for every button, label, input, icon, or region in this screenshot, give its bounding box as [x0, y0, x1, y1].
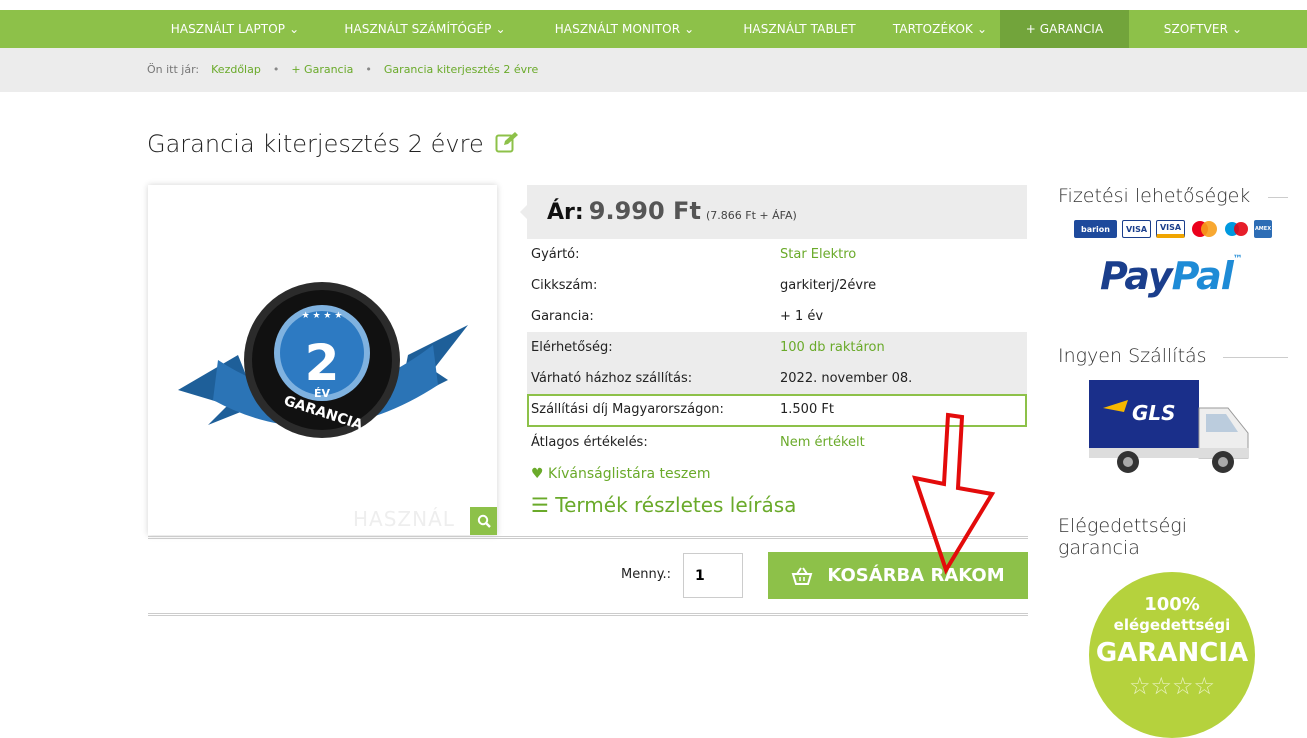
edit-icon[interactable]: [495, 131, 519, 159]
spec-row: Gyártó: Star Elektro: [527, 239, 1027, 270]
details-label: Termék részletes leírása: [555, 493, 797, 517]
spec-key: Várható házhoz szállítás:: [531, 371, 693, 386]
chevron-down-icon: ⌄: [977, 22, 988, 36]
spec-value[interactable]: Nem értékelt: [780, 435, 865, 450]
badge-main: GARANCIA: [1095, 638, 1249, 668]
gls-truck-image: GLS: [1089, 380, 1249, 473]
shipping-title: Ingyen Szállítás: [1058, 345, 1207, 367]
gls-brand: GLS: [1132, 401, 1176, 425]
nav-item-0[interactable]: HASZNÁLT LAPTOP ⌄: [150, 10, 320, 48]
nav-item-4[interactable]: TARTOZÉKOK ⌄: [880, 10, 1000, 48]
spec-value: + 1 év: [780, 309, 824, 324]
nav-item-6[interactable]: SZOFTVER ⌄: [1129, 10, 1277, 48]
paypal-tm: ™: [1232, 254, 1243, 265]
nav-item-label: TARTOZÉKOK: [892, 22, 974, 36]
paypal-pal: Pal: [1171, 254, 1234, 298]
top-strip: [0, 0, 1307, 10]
breadcrumb-separator: •: [272, 63, 280, 76]
ribbon-stars: ★ ★ ★ ★: [302, 311, 343, 321]
nav-item-label: HASZNÁLT MONITOR: [554, 22, 681, 36]
heading-line: [1223, 357, 1288, 358]
ribbon-number: 2: [305, 334, 340, 392]
wishlist-label: Kívánságlistára teszem: [548, 466, 711, 482]
maestro-icon: [1224, 220, 1249, 238]
spec-value[interactable]: Star Elektro: [780, 247, 856, 262]
breadcrumb-separator: •: [365, 63, 372, 76]
chevron-down-icon: ⌄: [684, 22, 695, 36]
satisfaction-heading: Elégedettségi garancia: [1058, 515, 1187, 559]
payment-heading: Fizetési lehetőségek: [1058, 185, 1288, 207]
spec-row: Cikkszám: garkiterj/2évre: [527, 270, 1027, 301]
spec-row: Elérhetőség: 100 db raktáron: [527, 332, 1027, 363]
nav-item-label: HASZNÁLT TABLET: [743, 22, 856, 36]
spec-key: Cikkszám:: [531, 278, 598, 293]
nav-item-5[interactable]: + GARANCIA: [1000, 10, 1129, 48]
divider: [148, 536, 1028, 539]
spec-value: 2022. november 08.: [780, 371, 913, 386]
nav-item-label: SZOFTVER: [1163, 22, 1229, 36]
zoom-button[interactable]: [470, 507, 497, 535]
badge-percent: 100%: [1144, 594, 1200, 615]
spec-value: garkiterj/2évre: [780, 278, 877, 293]
spec-row: Garancia: + 1 év: [527, 301, 1027, 332]
spec-key: Elérhetőség:: [531, 340, 613, 355]
payment-title: Fizetési lehetőségek: [1058, 185, 1251, 207]
spec-key: Átlagos értékelés:: [531, 435, 648, 450]
nav-item-label: HASZNÁLT SZÁMÍTÓGÉP: [344, 22, 492, 36]
red-arrow-annotation: [911, 412, 996, 575]
quantity-label: Menny.:: [621, 567, 672, 582]
visa-card-icon: VISA: [1122, 220, 1151, 238]
heading-line: [1268, 197, 1288, 198]
quantity-input[interactable]: [683, 553, 743, 598]
nav-item-3[interactable]: HASZNÁLT TABLET: [719, 10, 880, 48]
payment-cards: barion VISA VISA AMEX: [1074, 220, 1272, 238]
price-value: 9.990 Ft: [588, 197, 701, 225]
price-box: Ár: 9.990 Ft (7.866 Ft + ÁFA): [520, 185, 1027, 239]
amex-card-icon: AMEX: [1254, 220, 1272, 238]
ribbon-unit: ÉV: [314, 387, 331, 400]
breadcrumb-home[interactable]: Kezdőlap: [211, 63, 261, 76]
spec-key: Szállítási díj Magyarországon:: [531, 402, 724, 417]
mastercard-icon: [1190, 220, 1219, 238]
spec-key: Gyártó:: [531, 247, 580, 262]
spec-key: Garancia:: [531, 309, 594, 324]
breadcrumb: Ön itt jár: Kezdőlap • + Garancia • Gara…: [0, 48, 1307, 92]
spec-value[interactable]: 100 db raktáron: [780, 340, 885, 355]
visa-electron-card-icon: VISA: [1156, 220, 1185, 238]
badge-stars: ☆☆☆☆: [1128, 672, 1216, 700]
nav-item-1[interactable]: HASZNÁLT SZÁMÍTÓGÉP ⌄: [320, 10, 530, 48]
product-image[interactable]: 2 ÉV GARANCIA ★ ★ ★ ★ HASZNÁL: [148, 185, 497, 535]
badge-sub: elégedettségi: [1113, 616, 1231, 634]
main-nav: HASZNÁLT LAPTOP ⌄ HASZNÁLT SZÁMÍTÓGÉP ⌄ HASZ…: [0, 10, 1307, 48]
details-link[interactable]: ☰ Termék részletes leírása: [531, 493, 796, 517]
spec-value: 1.500 Ft: [780, 402, 834, 417]
product-title: Garancia kiterjesztés 2 évre: [147, 130, 484, 158]
paypal-logo: PayPal™: [1100, 254, 1243, 298]
shipping-heading: Ingyen Szállítás: [1058, 345, 1288, 367]
divider: [148, 613, 1028, 616]
barion-card-icon: barion: [1074, 220, 1117, 238]
heart-icon: ♥: [531, 466, 544, 482]
list-icon: ☰: [531, 493, 549, 517]
page-title: Garancia kiterjesztés 2 évre: [147, 130, 519, 159]
price-label: Ár:: [547, 200, 584, 225]
nav-item-label: + GARANCIA: [1025, 22, 1104, 36]
nav-item-2[interactable]: HASZNÁLT MONITOR ⌄: [530, 10, 719, 48]
satisfaction-badge: 100% elégedettségi GARANCIA ☆☆☆☆: [1089, 572, 1255, 738]
price-net: (7.866 Ft + ÁFA): [706, 209, 797, 222]
nav-item-label: HASZNÁLT LAPTOP: [170, 22, 286, 36]
image-watermark: HASZNÁL: [353, 507, 455, 531]
breadcrumb-category[interactable]: + Garancia: [291, 63, 353, 76]
magnifier-icon: [477, 514, 491, 528]
wishlist-link[interactable]: ♥ Kívánságlistára teszem: [531, 466, 711, 482]
paypal-pay: Pay: [1100, 254, 1173, 298]
chevron-down-icon: ⌄: [495, 22, 506, 36]
breadcrumb-prefix: Ön itt jár:: [147, 63, 200, 76]
spec-row: Várható házhoz szállítás: 2022. november …: [527, 363, 1027, 394]
chevron-down-icon: ⌄: [1232, 22, 1243, 36]
basket-icon: [792, 566, 813, 585]
warranty-ribbon-image: 2 ÉV GARANCIA ★ ★ ★ ★: [178, 282, 468, 438]
chevron-down-icon: ⌄: [289, 22, 300, 36]
breadcrumb-current[interactable]: Garancia kiterjesztés 2 évre: [384, 63, 538, 76]
